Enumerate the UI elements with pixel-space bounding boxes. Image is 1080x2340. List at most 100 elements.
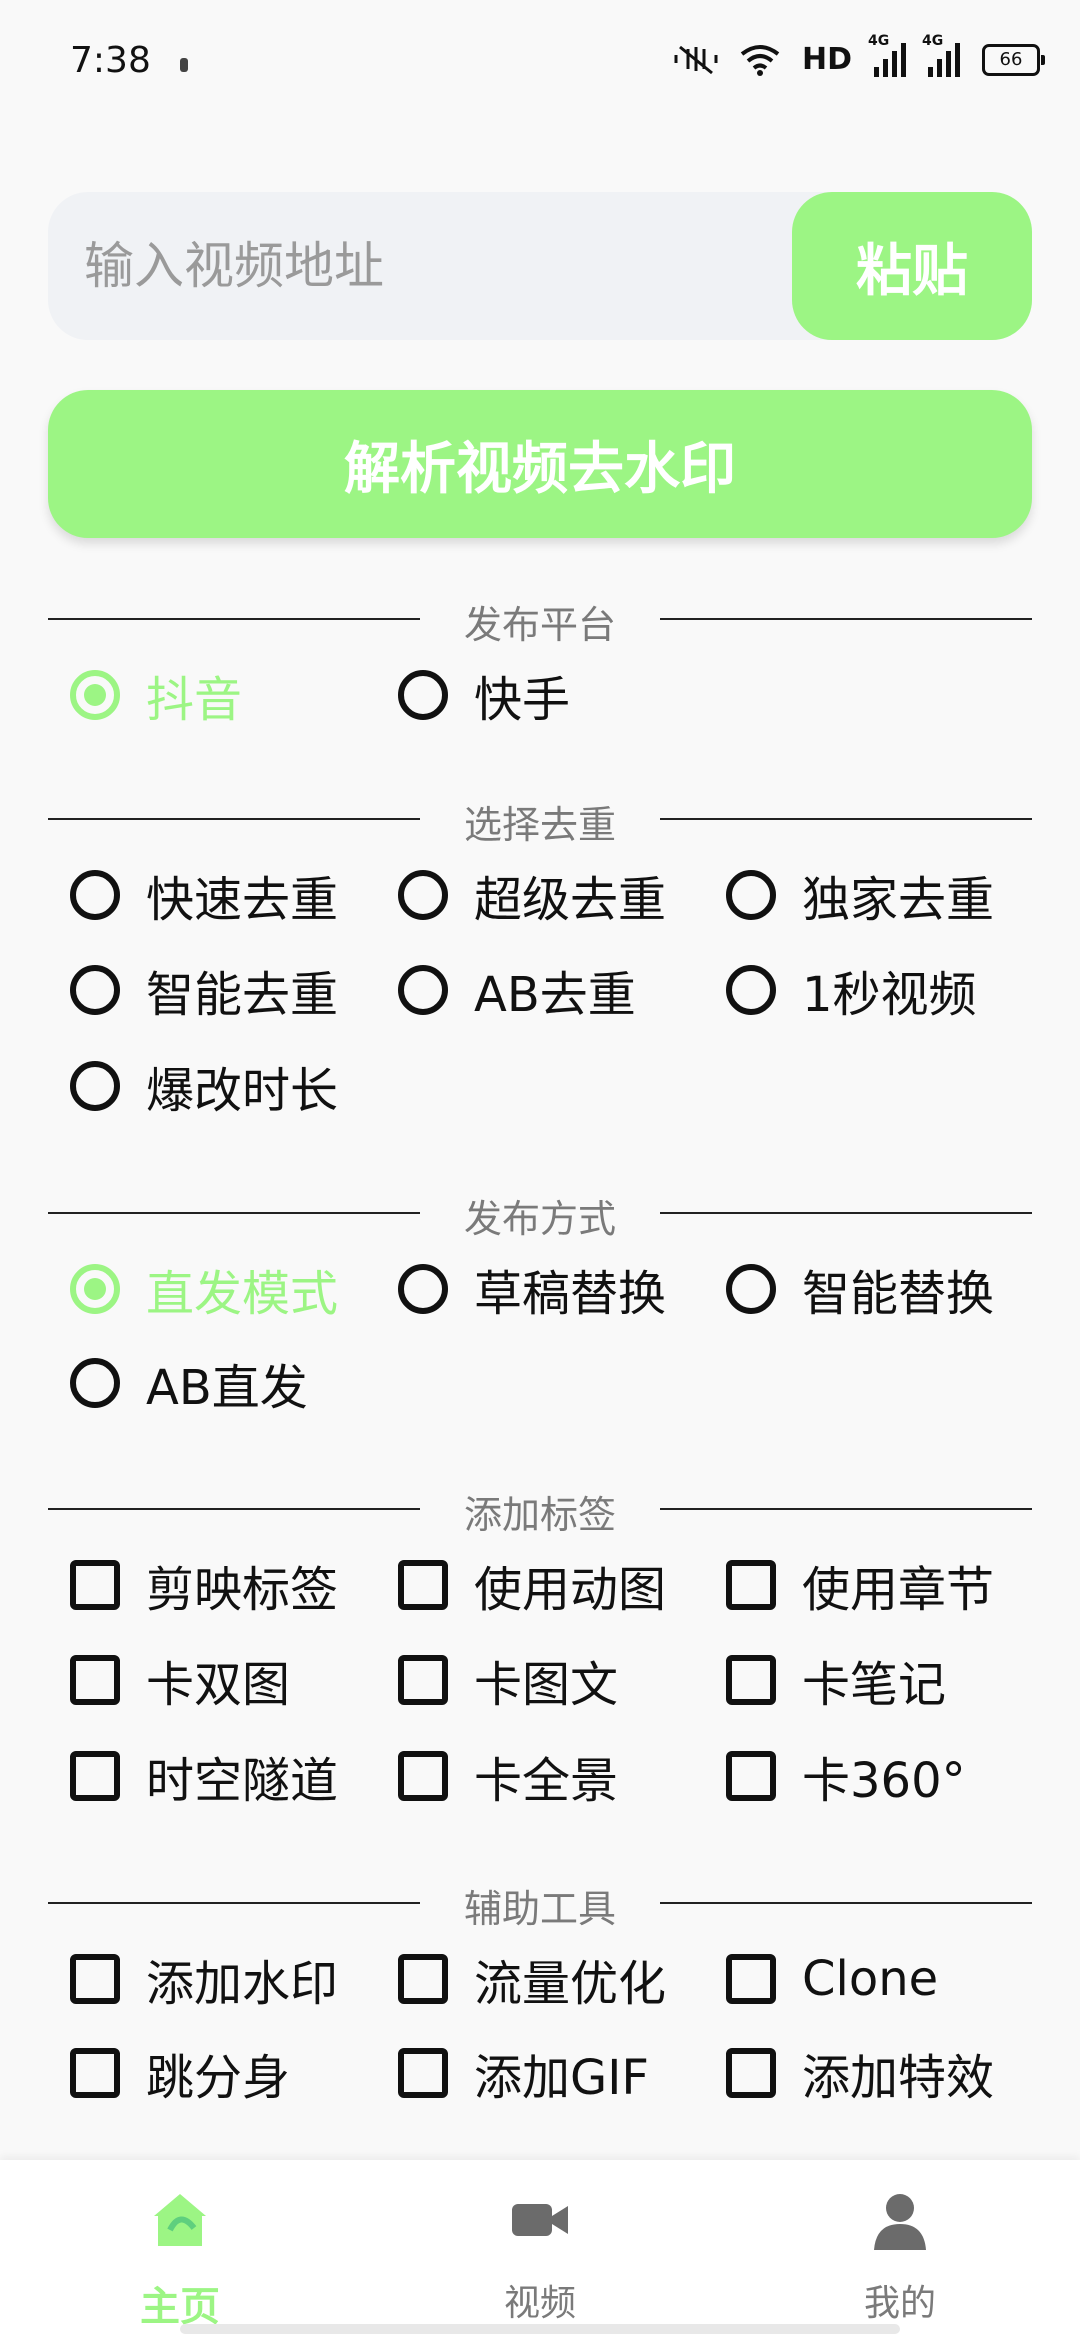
checkbox-tag-image-text[interactable]: 卡图文 xyxy=(398,1645,618,1715)
checkbox-tool-traffic[interactable]: 流量优化 xyxy=(398,1944,666,2014)
radio-unchecked-icon xyxy=(726,870,776,920)
radio-dedup-super[interactable]: 超级去重 xyxy=(398,860,666,930)
home-indicator[interactable] xyxy=(180,2324,900,2334)
section-title: 辅助工具 xyxy=(463,1887,616,1931)
option-label: 快速去重 xyxy=(146,872,339,928)
checkbox-unchecked-icon xyxy=(70,1751,120,1801)
radio-dedup-smart[interactable]: 智能去重 xyxy=(70,955,338,1025)
checkbox-unchecked-icon xyxy=(70,1655,120,1705)
checkbox-unchecked-icon xyxy=(726,1655,776,1705)
option-label: AB去重 xyxy=(474,967,636,1023)
video-camera-icon xyxy=(512,2204,568,2236)
nav-label: 我的 xyxy=(863,2283,936,2324)
section-dedup-header: 选择去重 xyxy=(48,788,1032,848)
radio-dedup-duration[interactable]: 爆改时长 xyxy=(70,1051,338,1121)
divider-line xyxy=(660,818,1032,820)
radio-platform-douyin[interactable]: 抖音 xyxy=(70,660,242,730)
checkbox-unchecked-icon xyxy=(70,2048,120,2098)
option-label: 快手 xyxy=(474,672,571,728)
option-label: AB直发 xyxy=(146,1360,308,1416)
checkbox-tag-jianying[interactable]: 剪映标签 xyxy=(70,1550,338,1620)
checkbox-unchecked-icon xyxy=(726,2048,776,2098)
section-tags-header: 添加标签 xyxy=(48,1478,1032,1538)
signal-strength-1-icon: 4G xyxy=(868,33,906,77)
paste-button[interactable]: 粘贴 xyxy=(792,192,1032,340)
checkbox-tag-notes[interactable]: 卡笔记 xyxy=(726,1645,946,1715)
radio-dedup-fast[interactable]: 快速去重 xyxy=(70,860,338,930)
option-label: 独家去重 xyxy=(802,872,995,928)
checkbox-unchecked-icon xyxy=(398,1751,448,1801)
checkbox-unchecked-icon xyxy=(398,1560,448,1610)
checkbox-unchecked-icon xyxy=(70,1954,120,2004)
divider-line xyxy=(660,1508,1032,1510)
radio-unchecked-icon xyxy=(70,1358,120,1408)
checkbox-tag-time-tunnel[interactable]: 时空隧道 xyxy=(70,1741,338,1811)
radio-unchecked-icon xyxy=(398,670,448,720)
option-label: 直发模式 xyxy=(146,1266,339,1322)
checkbox-tool-clone[interactable]: Clone xyxy=(726,1944,938,2014)
notification-dot-icon xyxy=(180,58,188,72)
option-label: 智能替换 xyxy=(802,1266,995,1322)
nav-item-home[interactable]: 主页 xyxy=(0,2160,360,2340)
checkbox-tag-chapters[interactable]: 使用章节 xyxy=(726,1550,994,1620)
radio-unchecked-icon xyxy=(70,965,120,1015)
checkbox-unchecked-icon xyxy=(726,1751,776,1801)
radio-mode-smart-replace[interactable]: 智能替换 xyxy=(726,1254,994,1324)
checkbox-unchecked-icon xyxy=(398,1655,448,1705)
radio-mode-direct[interactable]: 直发模式 xyxy=(70,1254,338,1324)
radio-unchecked-icon xyxy=(726,965,776,1015)
option-label: 使用动图 xyxy=(474,1562,667,1618)
checkbox-unchecked-icon xyxy=(726,1954,776,2004)
option-label: 时空隧道 xyxy=(146,1753,339,1809)
option-label: 卡360° xyxy=(802,1753,966,1809)
radio-dedup-ab[interactable]: AB去重 xyxy=(398,955,636,1025)
checkbox-tool-avatar[interactable]: 跳分身 xyxy=(70,2038,290,2108)
checkbox-tool-watermark[interactable]: 添加水印 xyxy=(70,1944,338,2014)
checkbox-tag-360[interactable]: 卡360° xyxy=(726,1741,966,1811)
status-bar: 7:38 HD 4G 4G 66 xyxy=(0,0,1080,130)
option-label: 1秒视频 xyxy=(802,967,977,1023)
person-icon xyxy=(874,2194,926,2250)
radio-checked-icon xyxy=(70,670,120,720)
option-label: 爆改时长 xyxy=(146,1063,339,1119)
checkbox-unchecked-icon xyxy=(398,2048,448,2098)
battery-icon: 66 xyxy=(982,43,1045,76)
section-tools-header: 辅助工具 xyxy=(48,1872,1032,1932)
option-label: 卡笔记 xyxy=(802,1657,947,1713)
radio-mode-draft-replace[interactable]: 草稿替换 xyxy=(398,1254,666,1324)
home-icon xyxy=(154,2194,206,2246)
nav-item-video[interactable]: 视频 xyxy=(360,2160,720,2340)
radio-dedup-exclusive[interactable]: 独家去重 xyxy=(726,860,994,930)
option-label: 卡双图 xyxy=(146,1657,291,1713)
checkbox-tool-gif[interactable]: 添加GIF xyxy=(398,2038,649,2108)
checkbox-tag-double-image[interactable]: 卡双图 xyxy=(70,1645,290,1715)
nav-label: 视频 xyxy=(503,2283,576,2324)
divider-line xyxy=(660,618,1032,620)
radio-unchecked-icon xyxy=(70,1061,120,1111)
url-input-row: 粘贴 xyxy=(48,192,1032,340)
radio-dedup-1s-video[interactable]: 1秒视频 xyxy=(726,955,977,1025)
checkbox-unchecked-icon xyxy=(398,1954,448,2004)
video-url-input[interactable] xyxy=(84,192,784,340)
status-time: 7:38 xyxy=(70,40,151,81)
nav-item-profile[interactable]: 我的 xyxy=(720,2160,1080,2340)
section-title: 添加标签 xyxy=(463,1493,616,1537)
section-title: 发布平台 xyxy=(463,603,616,647)
parse-video-button[interactable]: 解析视频去水印 xyxy=(48,390,1032,538)
checkbox-tag-panorama[interactable]: 卡全景 xyxy=(398,1741,618,1811)
radio-platform-kuaishou[interactable]: 快手 xyxy=(398,660,570,730)
checkbox-tag-animated[interactable]: 使用动图 xyxy=(398,1550,666,1620)
section-title: 发布方式 xyxy=(463,1197,616,1241)
checkbox-unchecked-icon xyxy=(70,1560,120,1610)
divider-line xyxy=(660,1902,1032,1904)
radio-mode-ab-direct[interactable]: AB直发 xyxy=(70,1348,308,1418)
option-label: 剪映标签 xyxy=(146,1562,339,1618)
option-label: 超级去重 xyxy=(474,872,667,928)
option-label: 草稿替换 xyxy=(474,1266,667,1322)
option-label: 卡图文 xyxy=(474,1657,619,1713)
hd-indicator: HD xyxy=(801,42,852,77)
status-icons: HD 4G 4G 66 xyxy=(674,33,1045,77)
checkbox-tool-effects[interactable]: 添加特效 xyxy=(726,2038,994,2108)
option-label: Clone xyxy=(802,1951,939,2007)
option-label: 智能去重 xyxy=(146,967,339,1023)
